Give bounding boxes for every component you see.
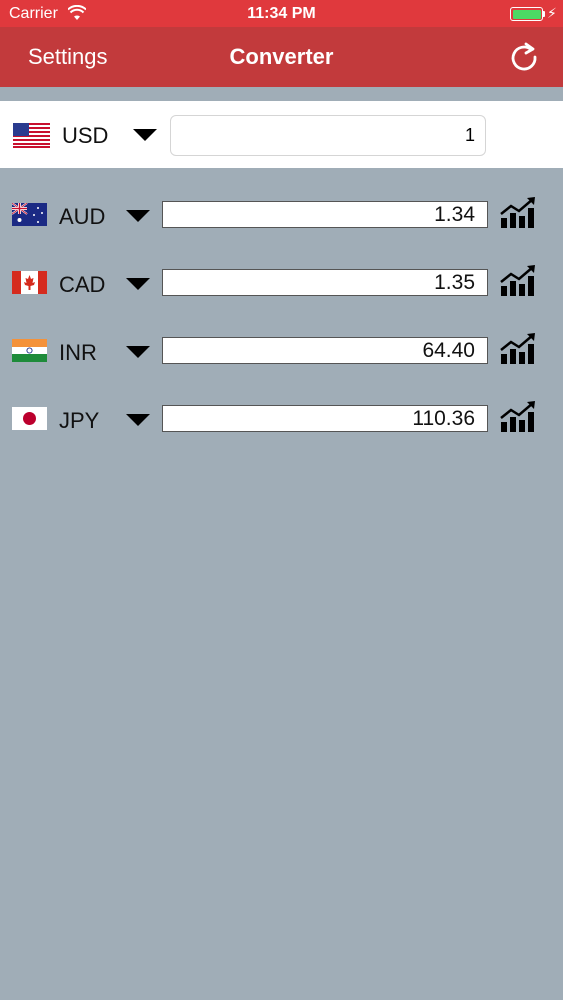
rate-row-aud: AUD 1.34	[0, 196, 563, 236]
rate-value[interactable]: 110.36	[162, 405, 488, 432]
page-title: Converter	[229, 44, 334, 69]
australia-flag-icon	[12, 203, 47, 226]
charging-bolt-icon: ⚡	[547, 5, 557, 21]
canada-flag-icon	[12, 271, 47, 294]
nav-bar: Settings Converter	[0, 27, 563, 87]
us-flag-icon	[13, 123, 50, 148]
base-amount-input[interactable]	[170, 115, 486, 156]
currency-dropdown-icon[interactable]	[126, 414, 150, 426]
battery-tip	[543, 11, 545, 17]
status-bar: Carrier 11:34 PM ⚡	[0, 0, 563, 27]
base-currency-row: USD	[0, 101, 563, 168]
currency-code[interactable]: INR	[59, 340, 97, 366]
base-currency-dropdown-icon[interactable]	[133, 129, 157, 141]
rate-row-cad: CAD 1.35	[0, 264, 563, 304]
rate-row-inr: INR 64.40	[0, 332, 563, 372]
india-flag-icon	[12, 339, 47, 362]
japan-flag-icon	[12, 407, 47, 430]
status-time: 11:34 PM	[247, 5, 316, 22]
currency-code[interactable]: JPY	[59, 408, 99, 434]
currency-dropdown-icon[interactable]	[126, 210, 150, 222]
rate-row-jpy: JPY 110.36	[0, 400, 563, 440]
trend-chart-icon[interactable]	[499, 264, 539, 298]
rate-value[interactable]: 1.35	[162, 269, 488, 296]
currency-dropdown-icon[interactable]	[126, 278, 150, 290]
rate-value[interactable]: 1.34	[162, 201, 488, 228]
base-currency-code[interactable]: USD	[62, 123, 108, 149]
trend-chart-icon[interactable]	[499, 332, 539, 366]
trend-chart-icon[interactable]	[499, 400, 539, 434]
rate-value[interactable]: 64.40	[162, 337, 488, 364]
trend-chart-icon[interactable]	[499, 196, 539, 230]
refresh-icon[interactable]	[507, 40, 541, 74]
currency-code[interactable]: CAD	[59, 272, 105, 298]
currency-dropdown-icon[interactable]	[126, 346, 150, 358]
currency-code[interactable]: AUD	[59, 204, 105, 230]
battery-icon	[510, 7, 543, 21]
